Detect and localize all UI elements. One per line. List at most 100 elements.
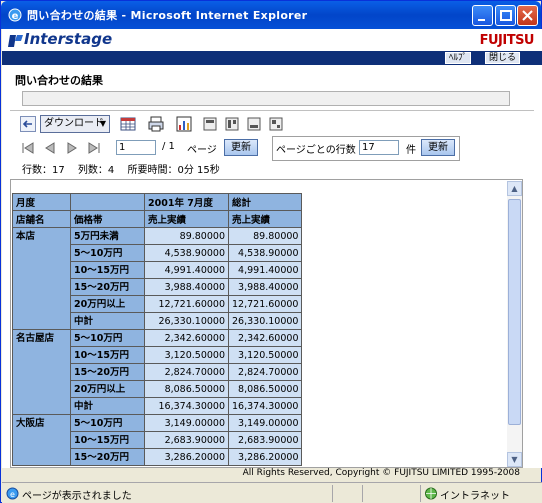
value-cell: 2,683.90000 xyxy=(227,431,303,449)
store-cell: 本店 xyxy=(12,227,71,330)
value-cell: 3,120.50000 xyxy=(227,346,303,364)
value-cell: 3,286.20000 xyxy=(144,448,229,466)
value-cell: 26,330.10000 xyxy=(227,312,303,330)
page-title: 問い合わせの結果 xyxy=(15,74,103,87)
store-cell: 大阪店 xyxy=(12,414,71,466)
result-info: 行数：17 列数：4 所要時間：0分 15秒 xyxy=(22,161,230,176)
layout-icon-3[interactable] xyxy=(246,116,262,132)
price-band-cell: 20万円以上 xyxy=(70,295,145,313)
update-page-button[interactable]: 更新 xyxy=(224,139,258,156)
status-divider xyxy=(362,485,363,502)
print-icon[interactable] xyxy=(148,116,164,132)
status-divider xyxy=(332,485,333,502)
minimize-icon xyxy=(478,19,485,21)
scroll-up-icon[interactable]: ▲ xyxy=(507,181,522,196)
price-band-cell: 中計 xyxy=(70,397,145,415)
page-number-input[interactable]: 1 xyxy=(116,140,156,155)
value-cell: 2,342.60000 xyxy=(144,329,229,347)
header-cell: 価格帯 xyxy=(70,210,145,228)
maximize-icon xyxy=(500,10,512,21)
zone-text: イントラネット xyxy=(440,491,510,502)
intranet-icon xyxy=(425,487,437,500)
value-cell: 4,991.40000 xyxy=(144,261,229,279)
first-page-icon[interactable] xyxy=(20,140,36,156)
value-cell: 3,988.40000 xyxy=(144,278,229,296)
price-band-cell: 5～10万円 xyxy=(70,244,145,262)
close-icon xyxy=(522,10,533,21)
layout-icon-2[interactable] xyxy=(224,116,240,132)
close-window-button[interactable] xyxy=(517,5,538,26)
scroll-thumb[interactable] xyxy=(508,199,521,425)
value-cell: 4,991.40000 xyxy=(227,261,303,279)
price-band-cell: 15～20万円 xyxy=(70,363,145,381)
chevron-down-icon: ▼ xyxy=(99,119,106,128)
interstage-logo-icon xyxy=(8,35,23,47)
vertical-scrollbar[interactable]: ▲ ▼ xyxy=(507,181,522,467)
svg-text:e: e xyxy=(10,490,15,499)
ie-icon: e xyxy=(8,8,22,22)
value-cell: 3,149.00000 xyxy=(227,414,303,432)
close-page-button[interactable]: 閉じる xyxy=(485,52,521,64)
value-cell: 3,286.20000 xyxy=(227,448,303,466)
content-area: 問い合わせの結果 ダウンロード ▼ 1 / 1 ページ 更新 ページごとの行数 … xyxy=(2,65,542,478)
svg-text:e: e xyxy=(12,11,19,22)
value-cell: 3,120.50000 xyxy=(144,346,229,364)
price-band-cell: 中計 xyxy=(70,312,145,330)
table-row: 本店 5万円未満 89.80000 89.80000 xyxy=(12,227,303,330)
table-row: 大阪店 5～10万円 3,149.00000 3,149.00000 xyxy=(12,414,303,466)
table-view-icon[interactable] xyxy=(120,116,136,132)
rows-per-page-input[interactable]: 17 xyxy=(359,140,399,155)
value-cell: 2,824.70000 xyxy=(227,363,303,381)
download-dropdown[interactable]: ダウンロード ▼ xyxy=(40,115,110,133)
price-band-cell: 15～20万円 xyxy=(70,278,145,296)
page-done-icon: e xyxy=(6,487,19,500)
status-divider xyxy=(420,485,421,502)
value-cell: 8,086.50000 xyxy=(144,380,229,398)
table-row: 名古屋店 5～10万円 2,342.60000 2,342.60000 xyxy=(12,329,303,415)
next-page-icon[interactable] xyxy=(64,140,80,156)
column-count: 列数：4 xyxy=(77,165,115,176)
header-row-1: 月度 2001年 7月度 総計 xyxy=(12,193,303,211)
value-cell: 4,538.90000 xyxy=(227,244,303,262)
value-cell: 89.80000 xyxy=(144,227,229,245)
price-band-cell: 5万円未満 xyxy=(70,227,145,245)
value-cell: 3,149.00000 xyxy=(144,414,229,432)
layout-icon-4[interactable] xyxy=(268,116,284,132)
result-table: 月度 2001年 7月度 総計 店舗名 価格帯 売上実績 売上実績 本店 5万円未… xyxy=(12,193,303,466)
value-cell: 89.80000 xyxy=(227,227,303,245)
value-cell: 12,721.60000 xyxy=(144,295,229,313)
minimize-button[interactable] xyxy=(472,5,493,26)
price-band-cell: 10～15万円 xyxy=(70,346,145,364)
back-icon[interactable] xyxy=(20,116,36,132)
layout-icon-1[interactable] xyxy=(202,116,218,132)
divider xyxy=(10,110,534,111)
value-cell: 2,824.70000 xyxy=(144,363,229,381)
last-page-icon[interactable] xyxy=(86,140,102,156)
price-band-cell: 10～15万円 xyxy=(70,431,145,449)
update-rows-button[interactable]: 更新 xyxy=(421,139,455,156)
help-button[interactable]: ﾍﾙﾌﾟ xyxy=(445,52,472,64)
copyright-text: All Rights Reserved, Copyright © FUJITSU… xyxy=(242,468,520,478)
nav-strip: ﾍﾙﾌﾟ 閉じる xyxy=(2,51,542,65)
status-text: ページが表示されました xyxy=(22,491,132,502)
window-title: 問い合わせの結果 - Microsoft Internet Explorer xyxy=(27,9,308,22)
scroll-down-icon[interactable]: ▼ xyxy=(507,452,522,467)
value-cell: 3,988.40000 xyxy=(227,278,303,296)
header-cell: 2001年 7月度 xyxy=(144,193,229,211)
value-cell: 16,374.30000 xyxy=(227,397,303,415)
price-band-cell: 5～10万円 xyxy=(70,414,145,432)
maximize-button[interactable] xyxy=(495,5,516,26)
prev-page-icon[interactable] xyxy=(42,140,58,156)
value-cell: 16,374.30000 xyxy=(144,397,229,415)
fujitsu-logo: FUJITSU xyxy=(479,33,535,48)
header-cell: 総計 xyxy=(227,193,303,211)
value-cell: 2,683.90000 xyxy=(144,431,229,449)
value-cell: 2,342.60000 xyxy=(227,329,303,347)
page-unit: ページ xyxy=(187,145,217,156)
chart-icon[interactable] xyxy=(176,116,192,132)
value-cell: 12,721.60000 xyxy=(227,295,303,313)
rows-unit: 件 xyxy=(406,145,416,156)
rows-per-page-label: ページごとの行数 xyxy=(276,145,356,156)
title-bar[interactable]: e 問い合わせの結果 - Microsoft Internet Explorer xyxy=(1,1,541,29)
price-band-cell: 5～10万円 xyxy=(70,329,145,347)
